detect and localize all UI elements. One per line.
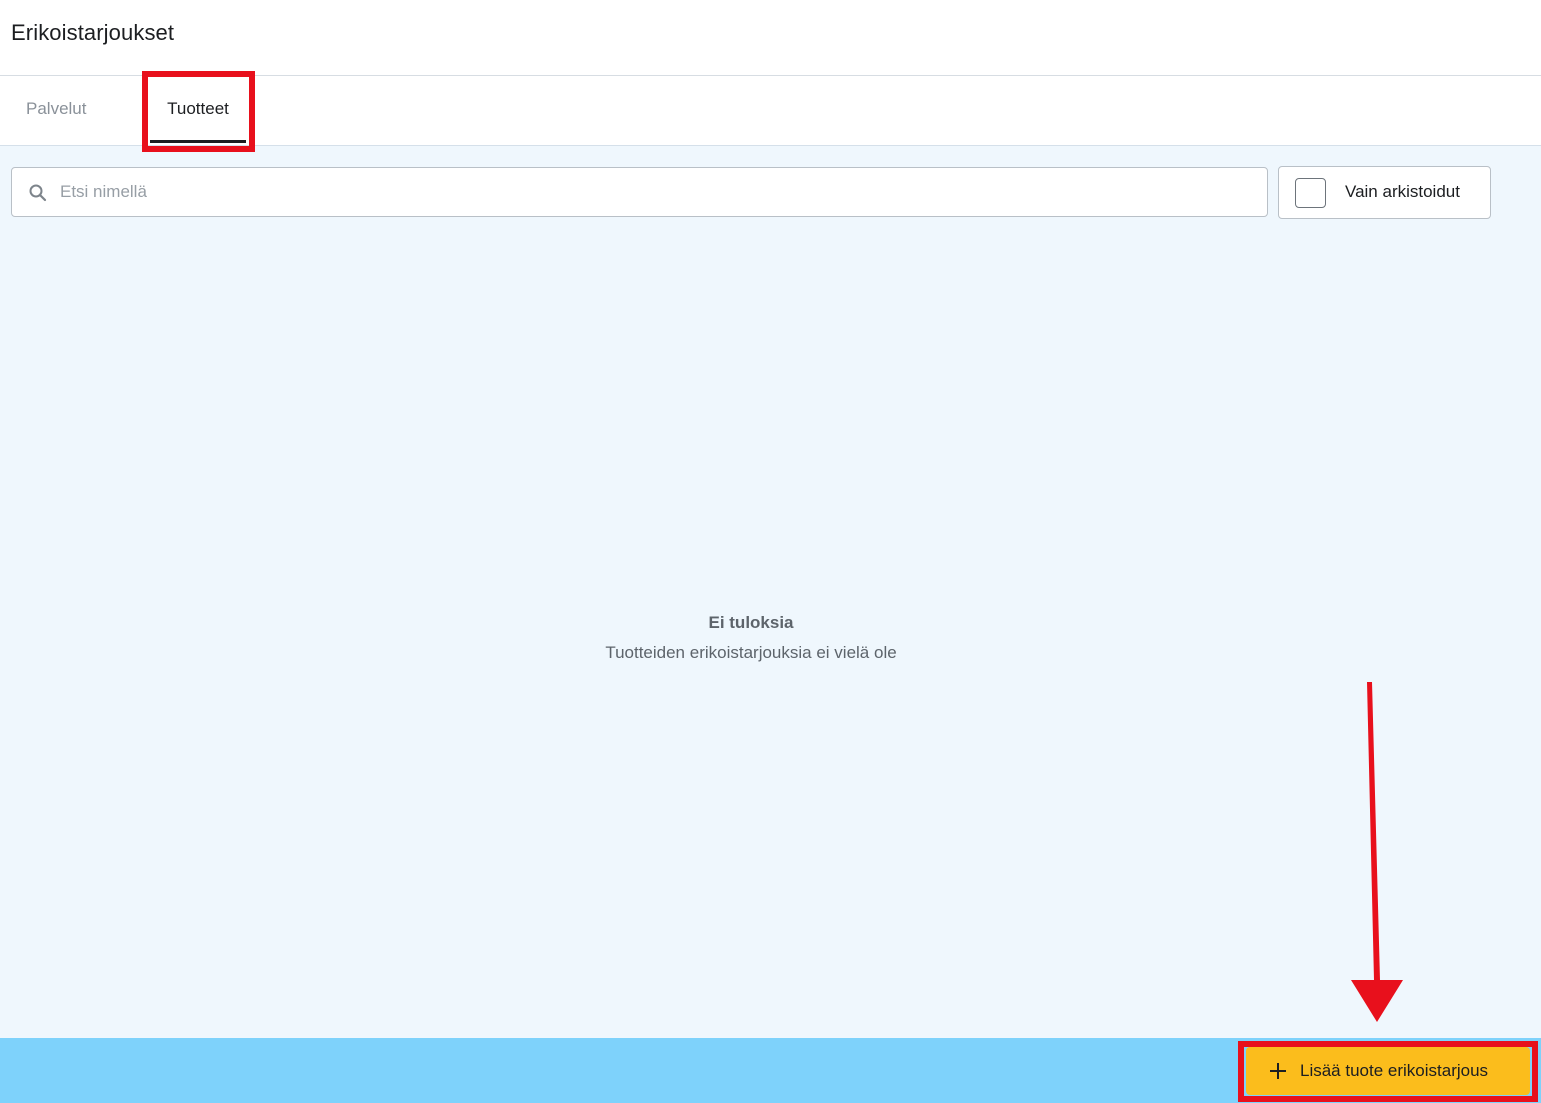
- search-box[interactable]: [11, 167, 1268, 217]
- active-tab-indicator: [150, 140, 246, 143]
- annotation-arrow-icon: [1351, 682, 1403, 1022]
- add-button-label: Lisää tuote erikoistarjous: [1300, 1061, 1489, 1080]
- archived-filter-toggle[interactable]: Vain arkistoidut: [1278, 166, 1491, 219]
- header: Erikoistarjoukset: [0, 0, 1541, 76]
- footer-bar: Lisää tuote erikoistarjous: [0, 1038, 1541, 1103]
- empty-state-title: Ei tuloksia: [708, 613, 794, 632]
- page: Erikoistarjoukset Palvelut Tuotteet Vain…: [0, 0, 1541, 1103]
- tab-bar: Palvelut Tuotteet: [0, 76, 1541, 146]
- tab-palvelut[interactable]: Palvelut: [26, 76, 86, 145]
- tab-tuotteet[interactable]: Tuotteet: [150, 76, 246, 145]
- page-title: Erikoistarjoukset: [11, 20, 175, 45]
- main-content: Vain arkistoidut Ei tuloksia Tuotteiden …: [0, 146, 1541, 1038]
- search-icon: [29, 184, 47, 202]
- search-input[interactable]: [58, 168, 1248, 216]
- empty-state-description: Tuotteiden erikoistarjouksia ei vielä ol…: [605, 643, 897, 662]
- archived-checkbox[interactable]: [1295, 178, 1326, 208]
- plus-icon: [1270, 1063, 1286, 1079]
- archived-label: Vain arkistoidut: [1345, 182, 1460, 201]
- add-product-offer-button[interactable]: Lisää tuote erikoistarjous: [1246, 1047, 1530, 1095]
